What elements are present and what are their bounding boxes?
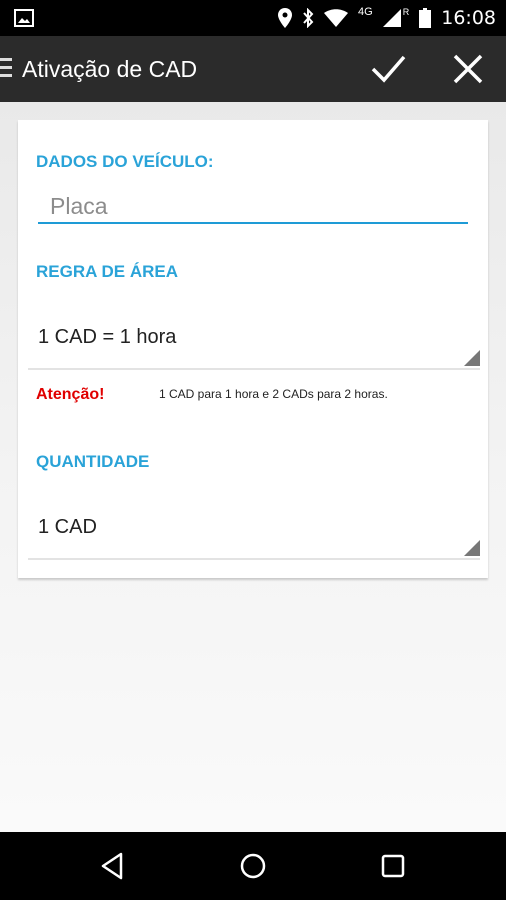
location-icon [278,8,293,28]
app-bar: Ativação de CAD [0,36,506,102]
area-rule-dropdown[interactable]: 1 CAD = 1 hora [28,308,480,370]
page-title: Ativação de CAD [22,56,198,82]
image-icon [14,9,34,27]
dropdown-arrow-icon [464,350,480,366]
close-icon[interactable] [448,49,488,89]
roaming-indicator: R [402,7,410,17]
area-rule-label: REGRA DE ÁREA [36,262,178,281]
signal-icon [382,9,401,27]
attention-message: 1 CAD para 1 hora e 2 CADs para 2 horas. [159,387,388,401]
back-icon[interactable] [97,850,129,882]
battery-icon [419,8,432,28]
dropdown-arrow-icon [464,540,480,556]
navigation-bar [0,832,506,900]
recents-icon[interactable] [377,850,409,882]
form-card: DADOS DO VEÍCULO: REGRA DE ÁREA 1 CAD = … [18,120,488,578]
wifi-icon [324,9,349,27]
bluetooth-icon [303,8,314,28]
quantity-label: QUANTIDADE [36,452,150,471]
status-time: 16:08 [441,7,496,29]
attention-label: Atenção! [36,386,105,403]
quantity-value: 1 CAD [38,516,97,538]
menu-icon[interactable] [0,58,14,80]
quantity-dropdown[interactable]: 1 CAD [28,498,480,560]
main-content: DADOS DO VEÍCULO: REGRA DE ÁREA 1 CAD = … [0,102,506,832]
check-icon[interactable] [368,49,408,89]
area-rule-value: 1 CAD = 1 hora [38,326,177,348]
home-icon[interactable] [237,850,269,882]
plate-input[interactable] [38,190,468,224]
vehicle-data-label: DADOS DO VEÍCULO: [36,152,214,171]
status-bar: 4G R 16:08 [0,0,506,36]
network-type: 4G [358,6,373,18]
